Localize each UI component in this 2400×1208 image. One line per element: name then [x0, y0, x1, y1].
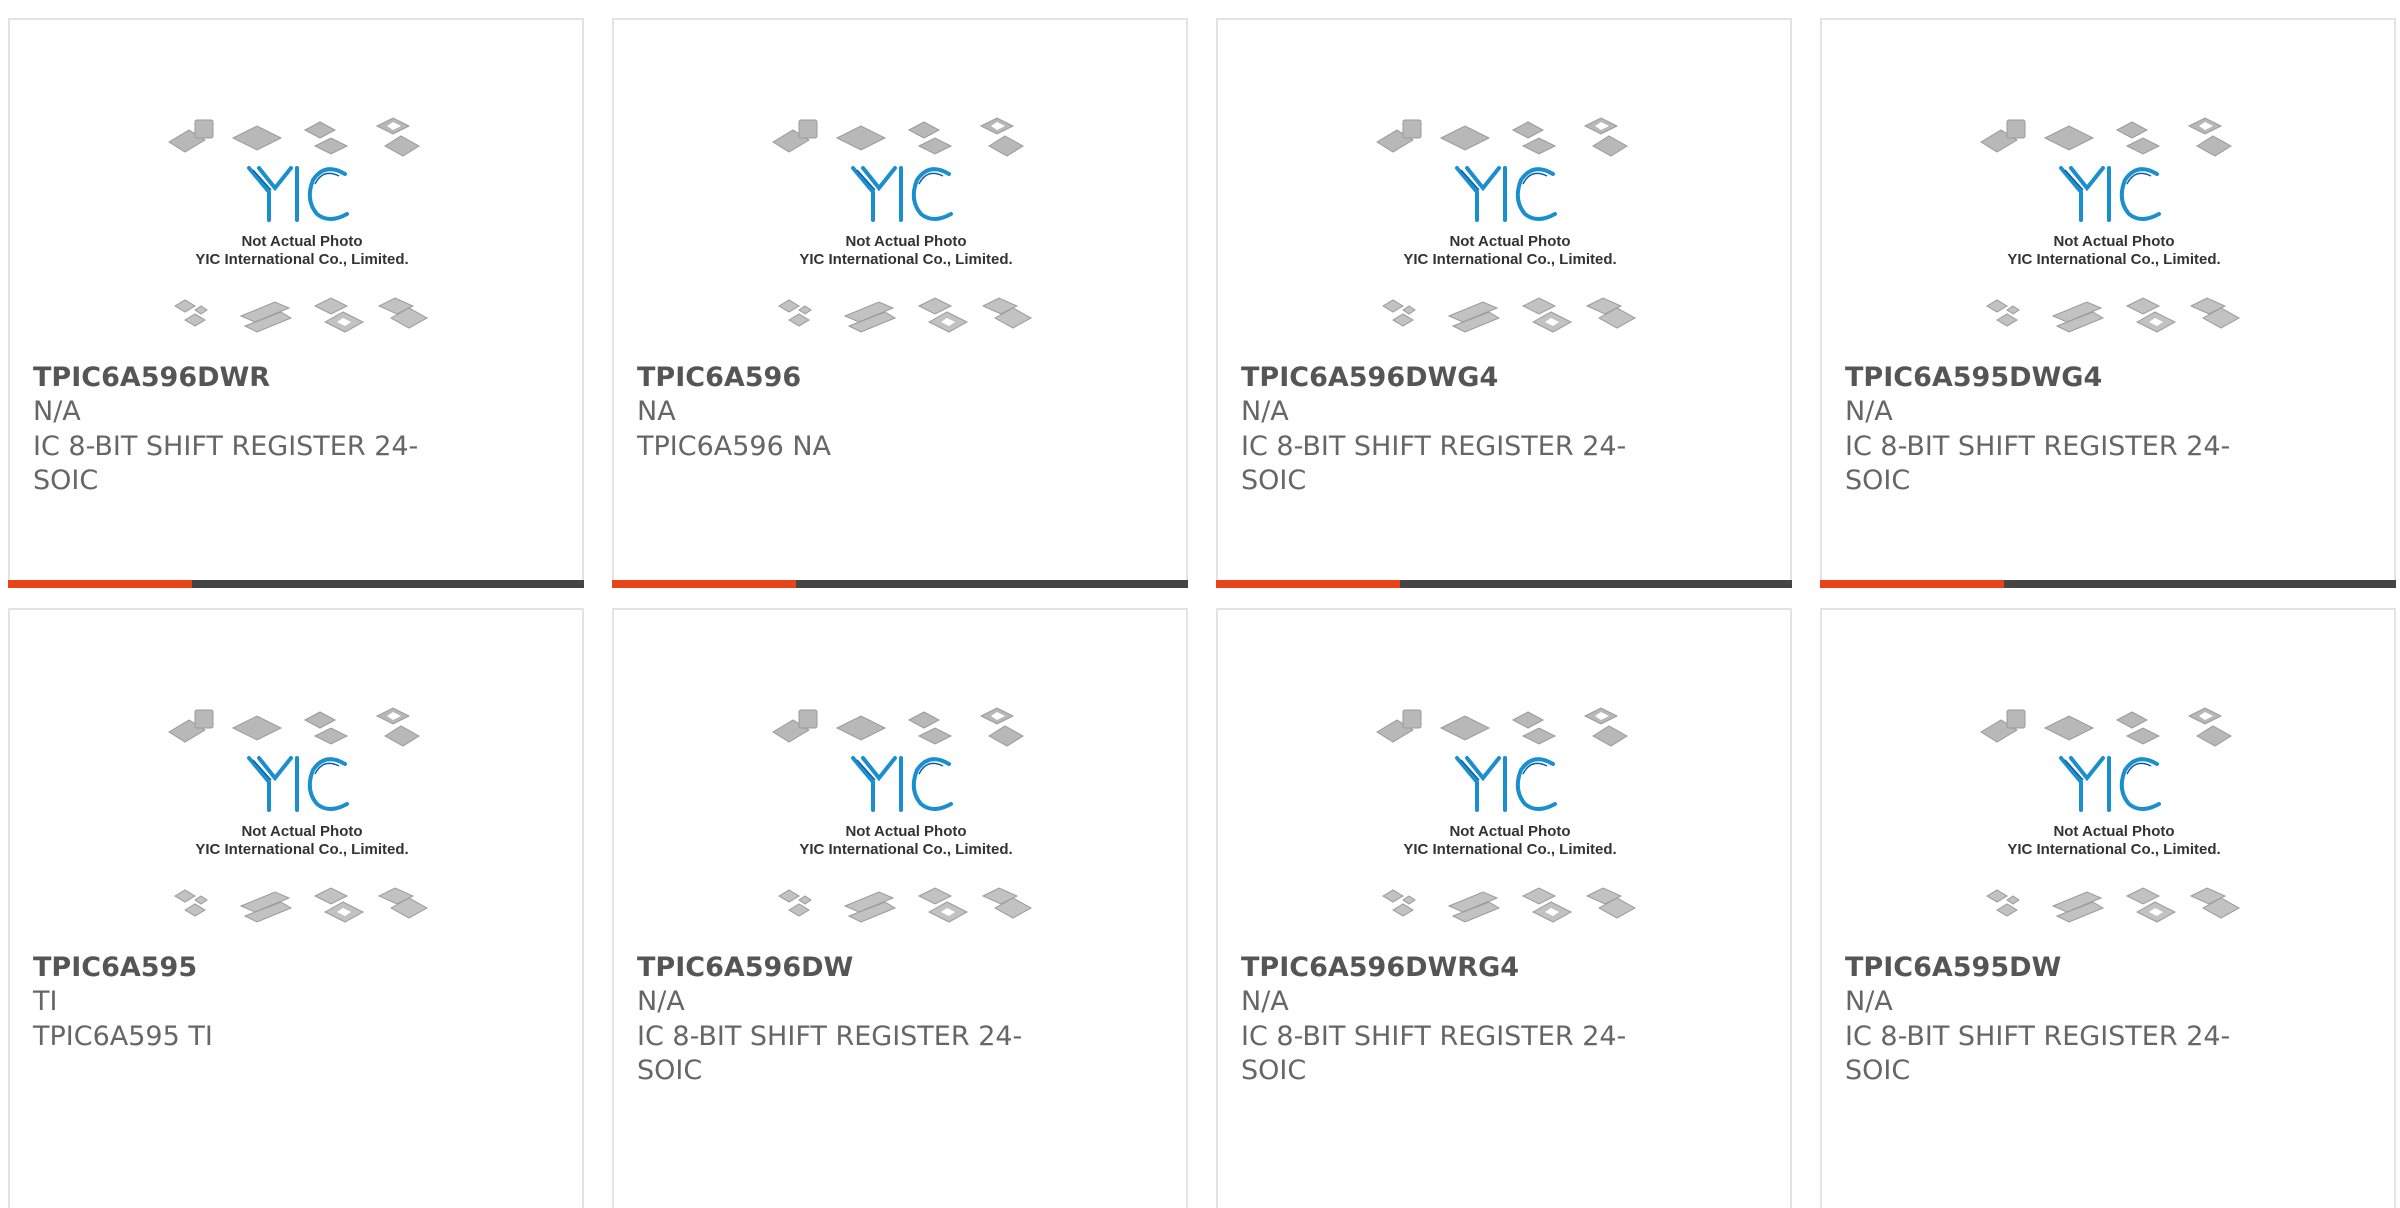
product-photo-placeholder[interactable]: Not Actual Photo YIC International Co., … — [769, 110, 1039, 360]
product-card[interactable]: Not Actual Photo YIC International Co., … — [612, 608, 1188, 1208]
not-actual-photo-text: Not Actual Photo — [2053, 823, 2174, 840]
company-text: YIC International Co., Limited. — [799, 251, 1012, 268]
part-number-link[interactable]: TPIC6A596 — [637, 362, 801, 393]
not-actual-photo-text: Not Actual Photo — [845, 823, 966, 840]
product-photo-placeholder[interactable]: Not Actual Photo YIC International Co., … — [1977, 700, 2247, 950]
not-actual-photo-text: Not Actual Photo — [1449, 823, 1570, 840]
card-footer-bar — [1216, 580, 1792, 588]
part-number-link[interactable]: TPIC6A595DW — [1845, 952, 2061, 983]
card-accent-bar — [1216, 580, 1400, 588]
manufacturer-label: NA — [637, 396, 676, 427]
company-text: YIC International Co., Limited. — [195, 251, 408, 268]
part-number-link[interactable]: TPIC6A596DWR — [33, 362, 270, 393]
part-number-link[interactable]: TPIC6A596DW — [637, 952, 853, 983]
not-actual-photo-text: Not Actual Photo — [845, 233, 966, 250]
not-actual-photo-text: Not Actual Photo — [2053, 233, 2174, 250]
product-card[interactable]: Not Actual Photo YIC International Co., … — [1820, 18, 2396, 588]
card-accent-bar — [1820, 580, 2004, 588]
manufacturer-label: N/A — [1845, 396, 1893, 427]
manufacturer-label: N/A — [1241, 986, 1289, 1017]
part-number-link[interactable]: TPIC6A596DWG4 — [1241, 362, 1498, 393]
company-text: YIC International Co., Limited. — [1403, 251, 1616, 268]
product-photo-placeholder[interactable]: Not Actual Photo YIC International Co., … — [165, 700, 435, 950]
card-footer-bar — [8, 580, 584, 588]
company-text: YIC International Co., Limited. — [2007, 841, 2220, 858]
manufacturer-label: TI — [33, 986, 58, 1017]
card-accent-bar — [612, 580, 796, 588]
company-text: YIC International Co., Limited. — [799, 841, 1012, 858]
company-text: YIC International Co., Limited. — [1403, 841, 1616, 858]
card-footer-bar — [612, 580, 1188, 588]
manufacturer-label: N/A — [1845, 986, 1893, 1017]
product-description: IC 8-BIT SHIFT REGISTER 24-SOIC — [1241, 431, 1627, 496]
part-number-link[interactable]: TPIC6A595DWG4 — [1845, 362, 2102, 393]
manufacturer-label: N/A — [637, 986, 685, 1017]
not-actual-photo-text: Not Actual Photo — [1449, 233, 1570, 250]
product-description: TPIC6A596 NA — [637, 431, 832, 462]
product-photo-placeholder[interactable]: Not Actual Photo YIC International Co., … — [769, 700, 1039, 950]
product-card[interactable]: Not Actual Photo YIC International Co., … — [8, 18, 584, 588]
product-card[interactable]: Not Actual Photo YIC International Co., … — [612, 18, 1188, 588]
product-photo-placeholder[interactable]: Not Actual Photo YIC International Co., … — [1373, 700, 1643, 950]
product-card[interactable]: Not Actual Photo YIC International Co., … — [8, 608, 584, 1208]
part-number-link[interactable]: TPIC6A595 — [33, 952, 197, 983]
product-photo-placeholder[interactable]: Not Actual Photo YIC International Co., … — [1373, 110, 1643, 360]
product-description: IC 8-BIT SHIFT REGISTER 24-SOIC — [1845, 431, 2231, 496]
product-description: IC 8-BIT SHIFT REGISTER 24-SOIC — [1845, 1021, 2231, 1086]
not-actual-photo-text: Not Actual Photo — [241, 233, 362, 250]
product-photo-placeholder[interactable]: Not Actual Photo YIC International Co., … — [1977, 110, 2247, 360]
card-footer-bar — [1820, 580, 2396, 588]
product-description: IC 8-BIT SHIFT REGISTER 24-SOIC — [33, 431, 419, 496]
part-number-link[interactable]: TPIC6A596DWRG4 — [1241, 952, 1519, 983]
product-card[interactable]: Not Actual Photo YIC International Co., … — [1216, 18, 1792, 588]
product-photo-placeholder[interactable]: Not Actual Photo YIC International Co., … — [165, 110, 435, 360]
not-actual-photo-text: Not Actual Photo — [241, 823, 362, 840]
product-description: TPIC6A595 TI — [33, 1021, 213, 1052]
manufacturer-label: N/A — [1241, 396, 1289, 427]
product-description: IC 8-BIT SHIFT REGISTER 24-SOIC — [1241, 1021, 1627, 1086]
company-text: YIC International Co., Limited. — [2007, 251, 2220, 268]
product-card[interactable]: Not Actual Photo YIC International Co., … — [1216, 608, 1792, 1208]
product-grid: Not Actual Photo YIC International Co., … — [0, 0, 2400, 1208]
product-description: IC 8-BIT SHIFT REGISTER 24-SOIC — [637, 1021, 1023, 1086]
product-card[interactable]: Not Actual Photo YIC International Co., … — [1820, 608, 2396, 1208]
manufacturer-label: N/A — [33, 396, 81, 427]
company-text: YIC International Co., Limited. — [195, 841, 408, 858]
card-accent-bar — [8, 580, 192, 588]
